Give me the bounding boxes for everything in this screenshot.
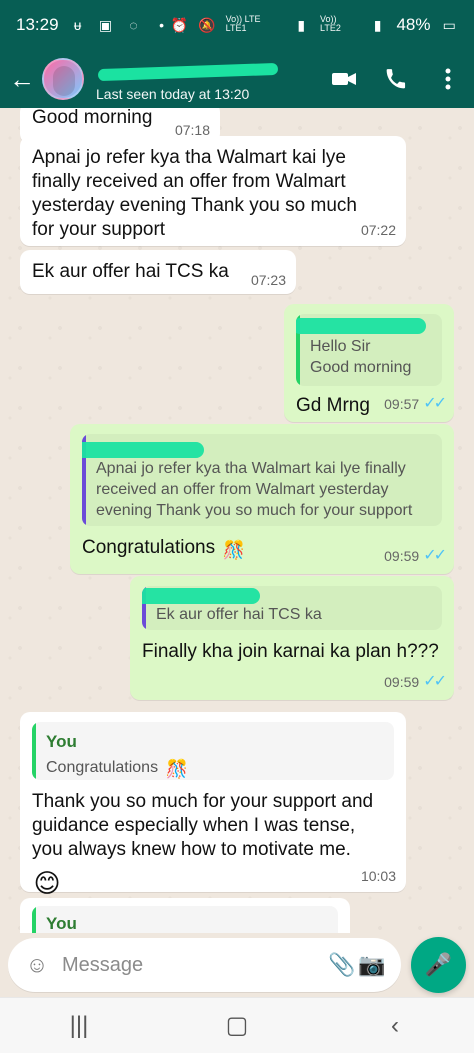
battery-icon: ▭: [442, 17, 456, 33]
emoji-icon[interactable]: ☺: [22, 950, 52, 980]
message-bubble[interactable]: Ek aur offer hai TCS ka Finally kha join…: [130, 576, 454, 700]
message-bubble[interactable]: Apnai jo refer kya tha Walmart kai lye f…: [70, 424, 454, 574]
message-bubble[interactable]: Hello Sir Good morning Gd Mrng 09:57 ✓✓: [284, 304, 454, 422]
message-bubble[interactable]: You Congratulations 🎊 Thank you so much …: [20, 712, 406, 896]
attach-icon[interactable]: 📎: [327, 950, 357, 980]
header-actions: [330, 65, 466, 93]
quoted-text: Apnai jo refer kya tha Walmart kai lye f…: [96, 460, 413, 519]
message-time-text: 07:22: [360, 222, 396, 238]
phone-icon[interactable]: [382, 65, 410, 93]
message-bubble[interactable]: Ek aur offer hai TCS ka 07:23: [20, 250, 296, 294]
notification-icon: ᵾ: [73, 17, 82, 33]
composer: ☺ 📎 📷 🎤: [0, 933, 474, 997]
quoted-sender-redaction: [82, 442, 204, 458]
quoted-text: Ek aur offer hai TCS ka: [156, 606, 322, 623]
mic-button[interactable]: 🎤: [411, 937, 466, 993]
message-time: 10:03: [361, 868, 396, 884]
message-time: 09:59 ✓✓: [384, 546, 447, 566]
avatar[interactable]: [42, 58, 84, 100]
quoted-message[interactable]: You: [32, 906, 338, 933]
message-input[interactable]: [62, 953, 327, 977]
message-bubble[interactable]: Apnai jo refer kya tha Walmart kai lye f…: [20, 136, 406, 246]
back-arrow-icon[interactable]: ←: [8, 64, 36, 94]
message-input-container[interactable]: ☺ 📎 📷: [8, 938, 401, 992]
double-check-icon: ✓✓: [423, 395, 447, 412]
chat-header: ← Last seen today at 13:20: [0, 50, 474, 108]
message-time-text: 07:23: [250, 272, 286, 288]
alarm-icon: ⏰: [170, 17, 189, 33]
double-check-icon: ✓✓: [423, 547, 447, 564]
top-bar: 13:29 ᵾ ▣ ◌ • ⏰ 🔕 Vo)) LTE LTE1 ▮ Vo)) L…: [0, 0, 474, 108]
video-call-icon[interactable]: [330, 65, 358, 93]
system-nav-bar: ||| ▢ ‹: [0, 997, 474, 1053]
message-time: 09:59 ✓✓: [384, 672, 447, 692]
message-time-text: 09:59: [384, 674, 420, 690]
confetti-icon: 🎊: [165, 759, 189, 779]
contact-name-redaction: [97, 62, 279, 82]
message-time: 07:22: [361, 222, 396, 238]
contact-info[interactable]: Last seen today at 13:20: [96, 58, 330, 102]
signal-icon: ▮: [297, 17, 306, 33]
quoted-message[interactable]: Hello Sir Good morning: [296, 314, 442, 386]
quoted-message[interactable]: Ek aur offer hai TCS ka: [142, 586, 442, 630]
signal-icon-2: ▮: [373, 17, 382, 33]
network-2: Vo)) LTE2: [320, 14, 341, 33]
quoted-text: Hello Sir Good morning: [310, 338, 412, 376]
more-icon[interactable]: [434, 65, 462, 93]
message-time: 07:23: [251, 272, 286, 288]
recent-apps-icon[interactable]: |||: [49, 1006, 109, 1046]
status-right: ⏰ 🔕 Vo)) LTE LTE1 ▮ Vo)) LTE2 ▮ 48% ▭: [171, 15, 458, 35]
message-time-text: 09:57: [384, 396, 420, 412]
last-seen-text: Last seen today at 13:20: [96, 86, 250, 102]
status-bar: 13:29 ᵾ ▣ ◌ • ⏰ 🔕 Vo)) LTE LTE1 ▮ Vo)) L…: [0, 0, 474, 50]
message-text: Apnai jo refer kya tha Walmart kai lye f…: [32, 147, 357, 240]
quoted-content: Congratulations 🎊: [46, 756, 384, 779]
message-text: Congratulations: [82, 537, 216, 558]
double-check-icon: ✓✓: [423, 673, 447, 690]
back-icon[interactable]: ‹: [365, 1006, 425, 1046]
quoted-sender-redaction: [142, 588, 260, 604]
message-time: 09:57 ✓✓: [384, 394, 447, 414]
message-text: Finally kha join karnai ka plan h???: [142, 641, 439, 662]
confetti-icon: 🎊: [222, 540, 246, 560]
message-emoji-row: 😊: [32, 868, 394, 898]
network-1: Vo)) LTE LTE1: [225, 14, 261, 33]
quoted-sender: You: [46, 914, 77, 933]
quoted-sender: You: [46, 732, 77, 751]
status-left: 13:29 ᵾ ▣ ◌ •: [16, 15, 171, 35]
quoted-message[interactable]: Apnai jo refer kya tha Walmart kai lye f…: [82, 434, 442, 526]
message-text: Thank you so much for your support and g…: [32, 791, 374, 860]
message-bubble[interactable]: You: [20, 898, 350, 933]
status-time: 13:29: [16, 15, 59, 34]
image-icon: ▣: [98, 17, 113, 33]
camera-icon[interactable]: 📷: [357, 950, 387, 980]
message-time-text: 09:59: [384, 548, 420, 564]
chat-area[interactable]: Good morning 07:18 Apnai jo refer kya th…: [0, 108, 474, 933]
message-text: Good morning: [32, 108, 153, 128]
message-text: Ek aur offer hai TCS ka: [32, 261, 229, 282]
mute-icon: 🔕: [198, 17, 216, 33]
battery-percent: 48%: [396, 15, 431, 34]
whatsapp-icon: ◌: [129, 17, 138, 33]
dot-icon: •: [159, 17, 164, 33]
quoted-message[interactable]: You Congratulations 🎊: [32, 722, 394, 780]
mic-icon: 🎤: [424, 952, 453, 977]
home-icon[interactable]: ▢: [207, 1006, 267, 1046]
smile-emoji: 😊: [33, 868, 61, 898]
message-time-text: 10:03: [360, 868, 396, 884]
quoted-sender-redaction: [296, 318, 426, 334]
quoted-text: Congratulations: [46, 758, 159, 776]
